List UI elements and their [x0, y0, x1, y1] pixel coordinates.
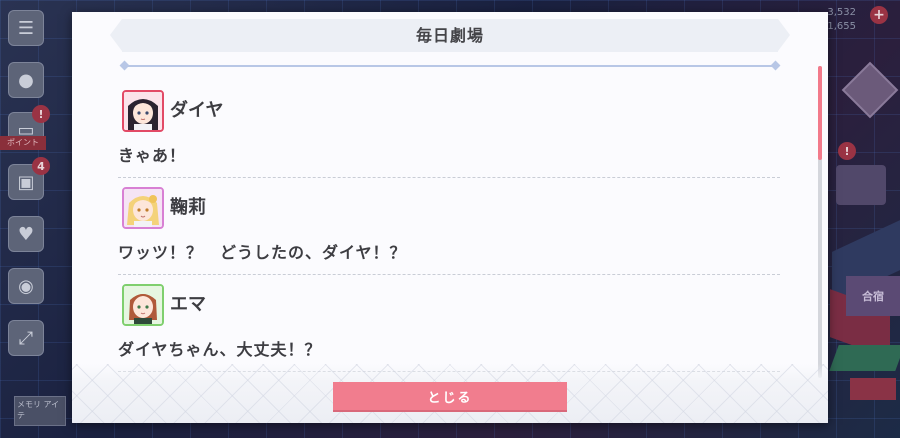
- close-button[interactable]: とじる: [333, 382, 567, 412]
- dialog-entry: エマ ダイヤちゃん、大丈夫！？: [118, 276, 780, 372]
- add-currency-button[interactable]: +: [870, 6, 888, 24]
- divider-diamond-left: [119, 60, 130, 71]
- gift-count-badge: 4: [32, 157, 50, 175]
- speaker-name: ダイヤ: [170, 100, 224, 121]
- dialog-line-list[interactable]: ダイヤ きゃあ！ 鞠莉 ワッツ！？ どうしたの、ダイヤ！？ エマ ダイヤちゃん、…: [118, 82, 780, 382]
- daily-theater-dialog: 毎日劇場 ダイヤ きゃあ！ 鞠莉 ワッツ！？ どうしたの、ダイヤ！？ エマ ダイ…: [72, 12, 828, 423]
- dialog-title: 毎日劇場: [415, 26, 484, 45]
- chat-icon[interactable]: ●: [8, 62, 44, 98]
- dialog-entry: 鞠莉 ワッツ！？ どうしたの、ダイヤ！？: [118, 179, 780, 275]
- dialog-line: きゃあ！: [118, 146, 187, 165]
- divider-diamond-right: [770, 60, 781, 71]
- heart-icon[interactable]: ♥: [8, 216, 44, 252]
- dialog-scrollbar[interactable]: [818, 66, 822, 378]
- right-pink-tile[interactable]: [850, 378, 896, 400]
- dialog-line: ダイヤちゃん、大丈夫！？: [118, 340, 322, 359]
- right-menu-block[interactable]: [836, 165, 886, 205]
- group-icon[interactable]: ◉: [8, 268, 44, 304]
- dialog-entry: ダイヤ きゃあ！: [118, 82, 780, 178]
- dialog-line: ワッツ！？ どうしたの、ダイヤ！？: [118, 243, 407, 262]
- notification-badge: !: [32, 105, 50, 123]
- right-notification-badge: !: [838, 142, 856, 160]
- menu-icon[interactable]: ☰: [8, 10, 44, 46]
- speaker-name: エマ: [170, 294, 206, 315]
- dialog-title-bar: 毎日劇場: [110, 19, 790, 52]
- title-divider: [128, 65, 776, 67]
- mari-portrait-icon: [122, 187, 164, 229]
- right-green-tile[interactable]: [829, 345, 900, 371]
- left-menu-rail: ☰ ● ▭ ! ポイント ▣ 4 ♥ ◉ ⤢: [0, 0, 56, 438]
- emma-portrait-icon: [122, 284, 164, 326]
- dia-portrait-icon: [122, 90, 164, 132]
- speaker-name: 鞠莉: [170, 197, 206, 218]
- point-tag: ポイント: [0, 136, 46, 150]
- gift-icon[interactable]: ▣ 4: [8, 157, 50, 200]
- memory-item-button[interactable]: メモリ アイテ: [14, 396, 66, 426]
- fullscreen-icon[interactable]: ⤢: [8, 320, 44, 356]
- training-camp-button[interactable]: 合宿: [846, 276, 900, 316]
- scrollbar-thumb[interactable]: [818, 66, 822, 160]
